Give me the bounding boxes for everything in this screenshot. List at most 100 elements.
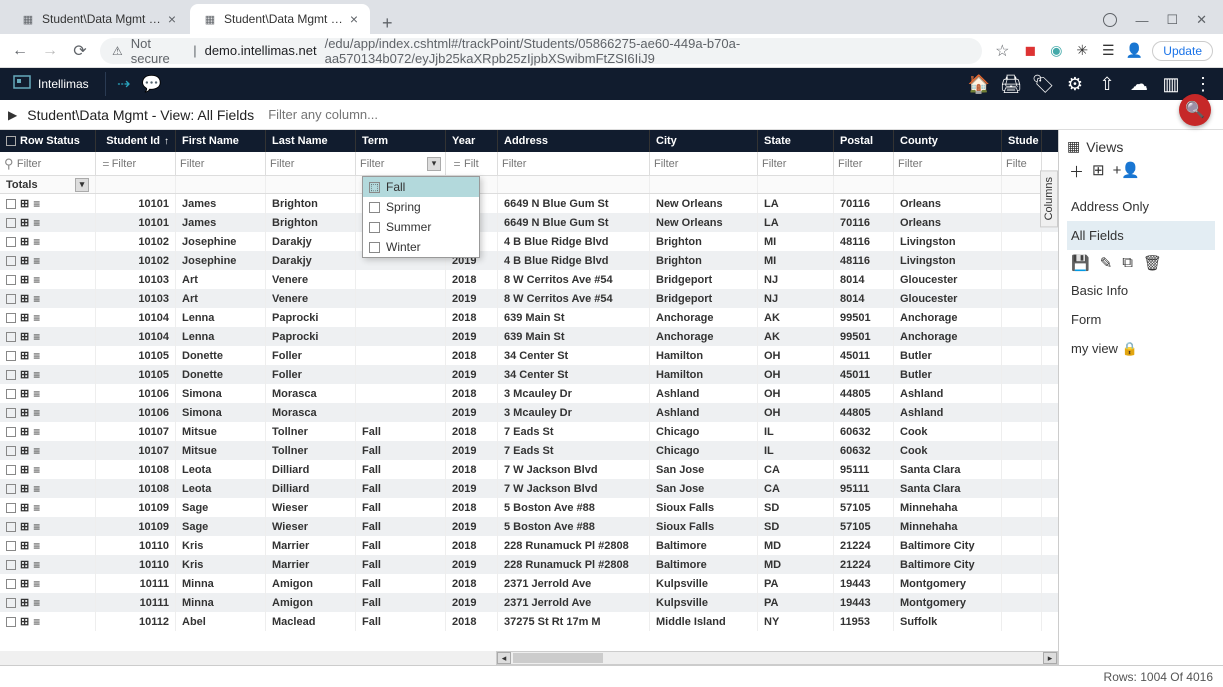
table-row[interactable]: ⊞≡10102JosephineDarakjy20184 B Blue Ridg… [0,232,1058,251]
grid-hscroll[interactable]: ◂ ▸ [0,651,1058,665]
tab-close-icon[interactable]: × [350,11,358,27]
table-row[interactable]: ⊞≡10110KrisMarrierFall2018228 Runamuck P… [0,536,1058,555]
filter-icon[interactable]: ⚲ [4,156,14,172]
row-menu-icon[interactable]: ≡ [33,352,39,360]
gear-icon[interactable]: ⚙ [1063,72,1087,96]
row-checkbox[interactable] [6,370,16,380]
row-menu-icon[interactable]: ≡ [33,409,39,417]
extension-icon[interactable]: ◉ [1048,43,1064,59]
row-expand-icon[interactable]: ⊞ [20,501,29,514]
col-header-year[interactable]: Year [446,130,498,152]
table-row[interactable]: ⊞≡10101JamesBrighton20186649 N Blue Gum … [0,194,1058,213]
view-item[interactable]: All Fields [1067,221,1215,250]
avatar-icon[interactable]: 👤 [1126,43,1142,59]
extension-icon[interactable]: ☰ [1100,43,1116,59]
row-expand-icon[interactable]: ⊞ [20,539,29,552]
col-header-row-status[interactable]: Row Status [0,130,96,152]
totals-dropdown-icon[interactable]: ▾ [75,178,89,192]
checkbox-icon[interactable] [369,222,380,233]
row-expand-icon[interactable]: ⊞ [20,615,29,628]
table-row[interactable]: ⊞≡10106SimonaMorasca20193 Mcauley DrAshl… [0,403,1058,422]
row-checkbox[interactable] [6,465,16,475]
table-row[interactable]: ⊞≡10109SageWieserFall20185 Boston Ave #8… [0,498,1058,517]
filter-term[interactable] [360,158,420,170]
close-button[interactable]: ✕ [1196,12,1207,28]
row-checkbox[interactable] [6,313,16,323]
filter-op-eq[interactable]: = [450,157,464,171]
table-row[interactable]: ⊞≡10111MinnaAmigonFall20182371 Jerrold A… [0,574,1058,593]
row-menu-icon[interactable]: ≡ [33,561,39,569]
row-checkbox[interactable] [6,541,16,551]
maximize-button[interactable]: ☐ [1166,12,1178,28]
more-icon[interactable]: ⋮ [1191,72,1215,96]
row-expand-icon[interactable]: ⊞ [20,330,29,343]
home-icon[interactable]: 🏠 [967,72,991,96]
row-expand-icon[interactable]: ⊞ [20,197,29,210]
star-icon[interactable]: ☆ [992,41,1012,61]
grid-view-icon[interactable]: ⊞ [1092,161,1105,182]
row-menu-icon[interactable]: ≡ [33,599,39,607]
row-menu-icon[interactable]: ≡ [33,257,39,265]
breadcrumb-toggle-icon[interactable]: ▶ [8,108,17,122]
term-filter-dropdown-icon[interactable]: ▾ [427,157,441,171]
row-menu-icon[interactable]: ≡ [33,314,39,322]
row-menu-icon[interactable]: ≡ [33,333,39,341]
row-menu-icon[interactable]: ≡ [33,466,39,474]
tag-icon[interactable]: 🏷 [1031,72,1055,96]
row-expand-icon[interactable]: ⊞ [20,349,29,362]
row-expand-icon[interactable]: ⊞ [20,235,29,248]
scroll-thumb[interactable] [513,653,603,663]
row-expand-icon[interactable]: ⊞ [20,558,29,571]
row-checkbox[interactable] [6,237,16,247]
row-expand-icon[interactable]: ⊞ [20,254,29,267]
view-item[interactable]: Basic Info [1067,276,1215,305]
col-header-city[interactable]: City [650,130,758,152]
checkbox-icon[interactable]: ⬚ [369,182,380,193]
extension-icon[interactable]: ◼ [1022,43,1038,59]
table-row[interactable]: ⊞≡10107MitsueTollnerFall20197 Eads StChi… [0,441,1058,460]
search-fab-button[interactable]: 🔍 [1179,94,1211,126]
row-expand-icon[interactable]: ⊞ [20,596,29,609]
table-row[interactable]: ⊞≡10103ArtVenere20198 W Cerritos Ave #54… [0,289,1058,308]
row-checkbox[interactable] [6,256,16,266]
forward-button[interactable]: → [40,42,60,60]
delete-view-icon[interactable]: 🗑 [1143,254,1162,272]
row-menu-icon[interactable]: ≡ [33,238,39,246]
col-header-first-name[interactable]: First Name [176,130,266,152]
col-header-student-extra[interactable]: Stude [1002,130,1042,152]
row-checkbox[interactable] [6,522,16,532]
filter-row-status[interactable] [17,158,91,170]
row-checkbox[interactable] [6,275,16,285]
filter-postal[interactable] [838,158,889,170]
row-menu-icon[interactable]: ≡ [33,504,39,512]
row-expand-icon[interactable]: ⊞ [20,311,29,324]
row-checkbox[interactable] [6,617,16,627]
table-row[interactable]: ⊞≡10111MinnaAmigonFall20192371 Jerrold A… [0,593,1058,612]
row-checkbox[interactable] [6,503,16,513]
view-item[interactable]: my view 🔒 [1067,334,1215,364]
table-row[interactable]: ⊞≡10105DonetteFoller201934 Center StHami… [0,365,1058,384]
columns-panel-toggle[interactable]: Columns [1040,170,1058,227]
upload-icon[interactable]: ⇧ [1095,72,1119,96]
row-expand-icon[interactable]: ⊞ [20,520,29,533]
filter-state[interactable] [762,158,829,170]
address-bar[interactable]: ⚠ Not secure | demo.intellimas.net/edu/a… [100,38,982,64]
row-expand-icon[interactable]: ⊞ [20,368,29,381]
row-checkbox[interactable] [6,560,16,570]
col-header-term[interactable]: Term [356,130,446,152]
filter-student-extra[interactable] [1006,158,1037,170]
table-row[interactable]: ⊞≡10105DonetteFoller201834 Center StHami… [0,346,1058,365]
row-checkbox[interactable] [6,579,16,589]
row-checkbox[interactable] [6,294,16,304]
browser-tab[interactable]: ▦ Student\Data Mgmt - View: All F… × [8,4,188,34]
row-checkbox[interactable] [6,484,16,494]
row-menu-icon[interactable]: ≡ [33,447,39,455]
filter-address[interactable] [502,158,645,170]
table-row[interactable]: ⊞≡10102JosephineDarakjy20194 B Blue Ridg… [0,251,1058,270]
table-row[interactable]: ⊞≡10109SageWieserFall20195 Boston Ave #8… [0,517,1058,536]
print-icon[interactable]: 🖨 [999,72,1023,96]
col-header-student-id[interactable]: Student Id [96,130,176,152]
add-user-icon[interactable]: +👤 [1113,161,1140,182]
scroll-left-icon[interactable]: ◂ [497,652,511,664]
row-checkbox[interactable] [6,389,16,399]
